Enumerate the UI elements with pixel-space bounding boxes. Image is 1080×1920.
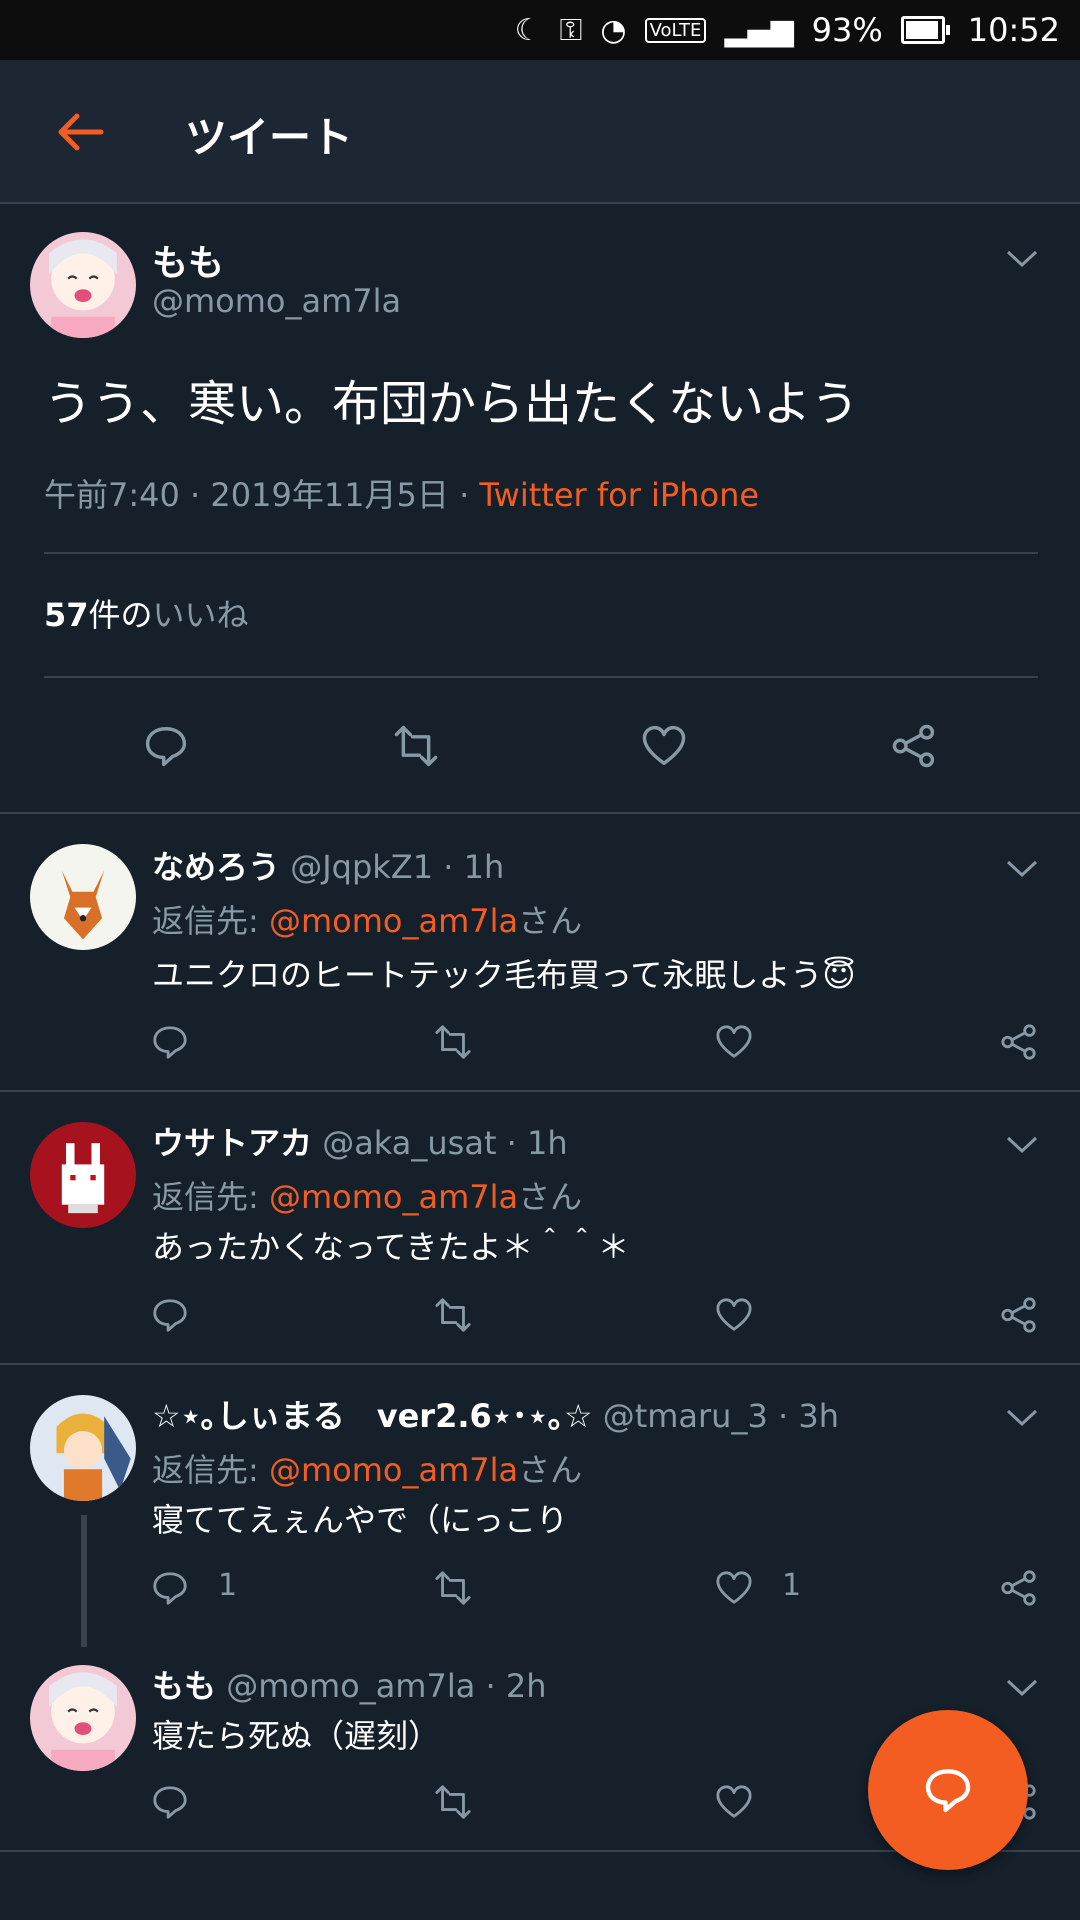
signal-icon: ▂▄▆ (724, 12, 794, 48)
status-bar: ☾ ⚿ ◔ VoLTE ▂▄▆ 93% 10:52 (0, 0, 1080, 60)
likes-summary[interactable]: 57件のいいね (44, 590, 249, 636)
reply-text: ユニクロのヒートテック毛布買って永眠しよう😇 (152, 956, 856, 994)
author-handle[interactable]: @momo_am7la (226, 1667, 475, 1705)
compose-reply-button[interactable] (868, 1710, 1028, 1870)
share-icon[interactable] (1000, 1296, 1038, 1334)
reply-header: ウサトアカ @aka_usat · 1h (152, 1118, 568, 1164)
retweet-icon[interactable] (434, 1783, 472, 1821)
reply-icon[interactable] (151, 1023, 189, 1061)
reply-text: 寝たら死ぬ（遅刻） (152, 1717, 441, 1755)
author-name[interactable]: もも (152, 234, 224, 286)
reply-time: 1h (463, 848, 505, 886)
reply-tweet[interactable]: なめろう @JqpkZ1 · 1h 返信先: @momo_am7laさん ユニク… (0, 814, 1080, 1092)
reply-icon[interactable] (151, 1783, 189, 1821)
night-mode-icon: ☾ (514, 12, 542, 48)
like-icon[interactable] (715, 1023, 753, 1061)
share-icon[interactable] (1000, 1569, 1038, 1607)
chevron-down-icon[interactable] (1004, 1407, 1040, 1429)
divider (44, 676, 1038, 678)
author-handle[interactable]: @aka_usat (322, 1124, 496, 1162)
replying-to-suffix: さん (518, 1178, 583, 1216)
replying-to-mention[interactable]: @momo_am7la (269, 902, 518, 940)
replying-to-prefix: 返信先: (152, 1178, 269, 1216)
replying-to-mention[interactable]: @momo_am7la (269, 1451, 518, 1489)
battery-icon (900, 16, 950, 44)
author-name[interactable]: もも (152, 1667, 216, 1705)
page-title: ツイート (185, 113, 354, 162)
wifi-icon: ◔ (600, 12, 627, 48)
separator-dot: · (485, 1667, 496, 1705)
thread-line (81, 1515, 87, 1647)
battery-percent: 93% (811, 11, 883, 49)
author-handle[interactable]: @JqpkZ1 (290, 848, 433, 886)
separator-dot: · (777, 1397, 789, 1435)
tweet-timestamp: 午前7:40 · 2019年11月5日 · (44, 476, 470, 514)
divider (44, 552, 1038, 554)
author-name[interactable]: ウサトアカ (152, 1124, 312, 1162)
reply-icon[interactable] (151, 1569, 189, 1607)
author-handle[interactable]: @momo_am7la (152, 282, 401, 320)
compose-reply-icon (925, 1769, 971, 1813)
replying-to: 返信先: @momo_am7laさん (152, 1445, 582, 1491)
author-name[interactable]: なめろう (152, 848, 280, 886)
reply-time: 2h (505, 1667, 547, 1705)
likes-label: いいね (152, 596, 249, 634)
reply-text: あったかくなってきたよ＊＾＾＊ (152, 1228, 630, 1266)
reply-header: ☆⋆｡しぃまる ver2.6⋆･⋆｡☆ @tmaru_3 · 3h (152, 1391, 839, 1437)
replying-to: 返信先: @momo_am7laさん (152, 896, 582, 942)
like-count: 1 (782, 1568, 802, 1603)
reply-header: もも @momo_am7la · 2h (152, 1661, 546, 1707)
author-handle[interactable]: @tmaru_3 (603, 1397, 768, 1435)
chevron-down-icon[interactable] (1004, 858, 1040, 880)
like-icon[interactable] (715, 1783, 753, 1821)
retweet-icon[interactable] (393, 723, 439, 769)
reply-text: 寝ててえぇんやで（にっこり (152, 1501, 569, 1539)
avatar[interactable] (30, 1395, 136, 1501)
back-arrow-icon[interactable] (55, 110, 105, 154)
like-icon[interactable] (715, 1296, 753, 1334)
reply-tweet[interactable]: ウサトアカ @aka_usat · 1h 返信先: @momo_am7laさん … (0, 1092, 1080, 1365)
retweet-icon[interactable] (434, 1569, 472, 1607)
author-name[interactable]: ☆⋆｡しぃまる ver2.6⋆･⋆｡☆ (152, 1397, 593, 1435)
reply-time: 3h (798, 1397, 839, 1435)
reply-header: なめろう @JqpkZ1 · 1h (152, 842, 504, 888)
main-tweet: もも @momo_am7la うう、寒い。布団から出たくないよう 午前7:40 … (0, 204, 1080, 814)
likes-count: 57 (44, 596, 89, 634)
avatar[interactable] (30, 844, 136, 950)
reply-icon[interactable] (151, 1296, 189, 1334)
share-icon[interactable] (891, 723, 937, 769)
replying-to-prefix: 返信先: (152, 902, 269, 940)
chevron-down-icon[interactable] (1004, 1677, 1040, 1699)
separator-dot: · (443, 848, 454, 886)
reply-time: 1h (527, 1124, 568, 1162)
reply-count: 1 (218, 1568, 238, 1603)
avatar[interactable] (30, 232, 136, 338)
app-bar: ツイート (0, 60, 1080, 204)
chevron-down-icon[interactable] (1004, 1134, 1040, 1156)
avatar[interactable] (30, 1665, 136, 1771)
chevron-down-icon[interactable] (1004, 248, 1040, 270)
replying-to-suffix: さん (518, 1451, 583, 1489)
clock: 10:52 (967, 11, 1060, 49)
vpn-key-icon: ⚿ (559, 12, 583, 48)
replying-to-suffix: さん (518, 902, 583, 940)
replying-to: 返信先: @momo_am7laさん (152, 1172, 582, 1218)
retweet-icon[interactable] (434, 1023, 472, 1061)
replying-to-prefix: 返信先: (152, 1451, 269, 1489)
avatar[interactable] (30, 1122, 136, 1228)
like-icon[interactable] (641, 723, 687, 769)
like-icon[interactable] (715, 1569, 753, 1607)
reply-icon[interactable] (143, 723, 189, 769)
likes-suffix: 件の (88, 596, 153, 634)
share-icon[interactable] (1000, 1023, 1038, 1061)
retweet-icon[interactable] (434, 1296, 472, 1334)
tweet-meta: 午前7:40 · 2019年11月5日 · Twitter for iPhone (44, 470, 759, 516)
replying-to-mention[interactable]: @momo_am7la (269, 1178, 518, 1216)
tweet-text: うう、寒い。布団から出たくないよう (44, 376, 860, 432)
tweet-source-link[interactable]: Twitter for iPhone (479, 476, 759, 514)
separator-dot: · (506, 1124, 517, 1162)
volte-icon: VoLTE (644, 17, 707, 43)
